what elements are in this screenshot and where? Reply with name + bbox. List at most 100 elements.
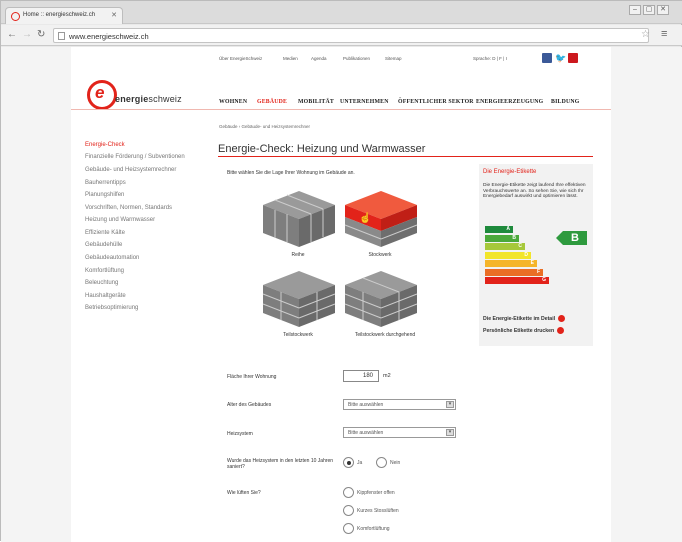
nav-gebaeude[interactable]: GEBÄUDE — [257, 99, 287, 105]
energy-class-bar-c: C — [485, 243, 525, 250]
vent-kippfenster-radio[interactable] — [343, 487, 354, 498]
energy-class-letter: B — [512, 234, 516, 241]
forward-icon[interactable]: → — [22, 29, 32, 41]
energy-class-letter: F — [536, 268, 540, 275]
nav-oeffentlicher-sektor[interactable]: ÖFFENTLICHER SEKTOR — [398, 99, 474, 105]
site-container: Über EnergieSchweiz Medien Agenda Publik… — [71, 47, 611, 542]
energy-class-bar-a: A — [485, 226, 513, 233]
sidebar-item-planungshilfen[interactable]: Planungshilfen — [85, 192, 124, 198]
url-input[interactable]: www.energieschweiz.ch — [53, 28, 649, 43]
maximize-icon[interactable]: ▢ — [643, 5, 655, 15]
energy-class-letter: A — [506, 226, 510, 232]
toplink-agenda[interactable]: Agenda — [311, 56, 327, 61]
url-text: www.energieschweiz.ch — [69, 32, 149, 41]
sidebar-item-haushaltgeraete[interactable]: Haushaltgeräte — [85, 293, 126, 299]
energy-label-card: Die Energie-Etikette Die Energie-Etikett… — [479, 164, 593, 346]
card-text: Die Energie-Etikette zeigt laufend Ihre … — [483, 183, 586, 200]
twitter-icon[interactable]: 🐦 — [555, 53, 566, 63]
vent-komfort-label: Komfortlüftung — [357, 526, 390, 532]
sidebar-item-foerderung[interactable]: Finanzielle Förderung / Subventionen — [85, 154, 185, 160]
nav-wohnen[interactable]: WOHNEN — [219, 99, 247, 105]
heating-select[interactable]: Bitte auswählen ▾ — [343, 427, 456, 438]
detail-link[interactable]: Die Energie-Etikette im Detail — [483, 315, 566, 322]
toplink-publikationen[interactable]: Publikationen — [343, 56, 370, 61]
ventilation-label: Wie lüften Sie? — [227, 490, 261, 496]
sidebar-item-gebaeudehuelle[interactable]: Gebäudehülle — [85, 242, 122, 248]
sidebar-item-betriebsoptimierung[interactable]: Betriebsoptimierung — [85, 305, 138, 311]
logo[interactable]: e energieschweiz — [87, 80, 197, 110]
energy-class-bar-d: D — [485, 251, 531, 259]
sidebar-item-vorschriften[interactable]: Vorschriften, Normen, Standards — [85, 205, 172, 211]
sidebar-item-beleuchtung[interactable]: Beleuchtung — [85, 280, 118, 286]
toplink-sitemap[interactable]: Sitemap — [385, 56, 402, 61]
logo-e-icon: e — [95, 83, 105, 102]
energy-class-letter: D — [524, 251, 528, 258]
cube-stockwerk-option[interactable]: ☝ — [343, 187, 419, 249]
vent-stosslueften-label: Kurzes Stosslüften — [357, 508, 399, 514]
logo-text: energieschweiz — [115, 94, 182, 104]
toplink-medien[interactable]: Medien — [283, 56, 298, 61]
label-teilstockwerk-durchgehend: Teilstockwerk durchgehend — [354, 332, 416, 338]
close-tab-icon[interactable]: ✕ — [111, 11, 117, 19]
sidebar-item-rechner[interactable]: Gebäude- und Heizsystemrechner — [85, 167, 176, 173]
cube-teilstockwerk-option[interactable] — [261, 267, 337, 329]
reload-icon[interactable]: ↻ — [37, 29, 45, 41]
cube-reihe-option[interactable] — [261, 187, 337, 249]
dropdown-arrow-icon: ▾ — [446, 401, 454, 408]
energy-class-bar-f: F — [485, 268, 543, 276]
sidebar-item-automation[interactable]: Gebäudeautomation — [85, 255, 139, 261]
arrow-circle-icon — [557, 327, 565, 334]
area-unit: m2 — [383, 373, 391, 379]
renovated-yes-radio[interactable] — [343, 457, 354, 468]
intro-text: Bitte wählen Sie die Lage Ihrer Wohnung … — [227, 170, 355, 176]
dropdown-arrow-icon: ▾ — [446, 429, 454, 436]
tab-bar: Home :: energieschweiz.ch ✕ – ▢ ✕ — [1, 1, 682, 24]
nav-mobilitaet[interactable]: MOBILITÄT — [298, 99, 334, 105]
energy-class-bar-e: E — [485, 260, 537, 267]
label-teilstockwerk: Teilstockwerk — [283, 332, 313, 338]
sidebar-item-kaelte[interactable]: Effiziente Kälte — [85, 230, 125, 236]
label-reihe: Reihe — [291, 252, 305, 258]
vent-kippfenster-label: Kippfenster offen — [357, 490, 395, 496]
youtube-icon[interactable] — [568, 53, 578, 63]
browser-tab[interactable]: Home :: energieschweiz.ch ✕ — [5, 7, 123, 24]
page-title: Energie-Check: Heizung und Warmwasser — [218, 143, 426, 155]
area-input[interactable]: 180 — [343, 370, 379, 382]
menu-icon[interactable]: ≡ — [661, 28, 667, 40]
facebook-icon[interactable] — [542, 53, 552, 63]
renovated-no-label: Nein — [390, 460, 401, 466]
sidebar-item-bauherrentipps[interactable]: Bauherrentipps — [85, 180, 126, 186]
age-select[interactable]: Bitte auswählen ▾ — [343, 399, 456, 410]
minimize-icon[interactable]: – — [629, 5, 641, 15]
nav-unternehmen[interactable]: UNTERNEHMEN — [340, 99, 389, 105]
energy-class-bar-g: G — [485, 277, 549, 284]
close-window-icon[interactable]: ✕ — [657, 5, 669, 15]
nav-divider — [71, 109, 611, 110]
energy-class-letter: G — [542, 277, 546, 283]
current-class-badge: B — [563, 231, 587, 245]
back-icon[interactable]: ← — [7, 29, 17, 41]
bookmark-star-icon[interactable]: ☆ — [641, 29, 650, 40]
print-label-link[interactable]: Persönliche Etikette drucken — [483, 327, 565, 334]
sidebar-item-energie-check[interactable]: Energie-Check — [85, 142, 125, 148]
nav-energieerzeugung[interactable]: ENERGIEERZEUGUNG — [476, 99, 543, 105]
toplink-ueber[interactable]: Über EnergieSchweiz — [219, 56, 262, 61]
sidebar-item-komfortlueftung[interactable]: Komfortlüftung — [85, 268, 124, 274]
browser-window: Home :: energieschweiz.ch ✕ – ▢ ✕ ← → ↻ … — [0, 0, 682, 542]
renovated-no-radio[interactable] — [376, 457, 387, 468]
renovated-label: Wurde das Heizsystem in den letzten 10 J… — [227, 458, 334, 470]
title-underline — [218, 156, 593, 157]
nav-bildung[interactable]: BILDUNG — [551, 99, 579, 105]
svg-text:☝: ☝ — [359, 211, 371, 224]
vent-komfort-radio[interactable] — [343, 523, 354, 534]
address-bar-row: ← → ↻ www.energieschweiz.ch ☆ ≡ — [1, 25, 682, 46]
breadcrumb: Gebäude › Gebäude- und Heizsystemrechner — [219, 124, 311, 129]
sidebar-item-heizung[interactable]: Heizung und Warmwasser — [85, 217, 155, 223]
card-title: Die Energie-Etikette — [483, 169, 537, 175]
energy-class-letter: C — [518, 243, 522, 249]
cube-teilstockwerk-durchgehend-option[interactable] — [343, 267, 419, 329]
energy-class-letter: E — [530, 260, 534, 266]
vent-stosslueften-radio[interactable] — [343, 505, 354, 516]
language-switch[interactable]: Sprache: D | F | I — [473, 56, 507, 61]
arrow-circle-icon — [558, 315, 566, 322]
